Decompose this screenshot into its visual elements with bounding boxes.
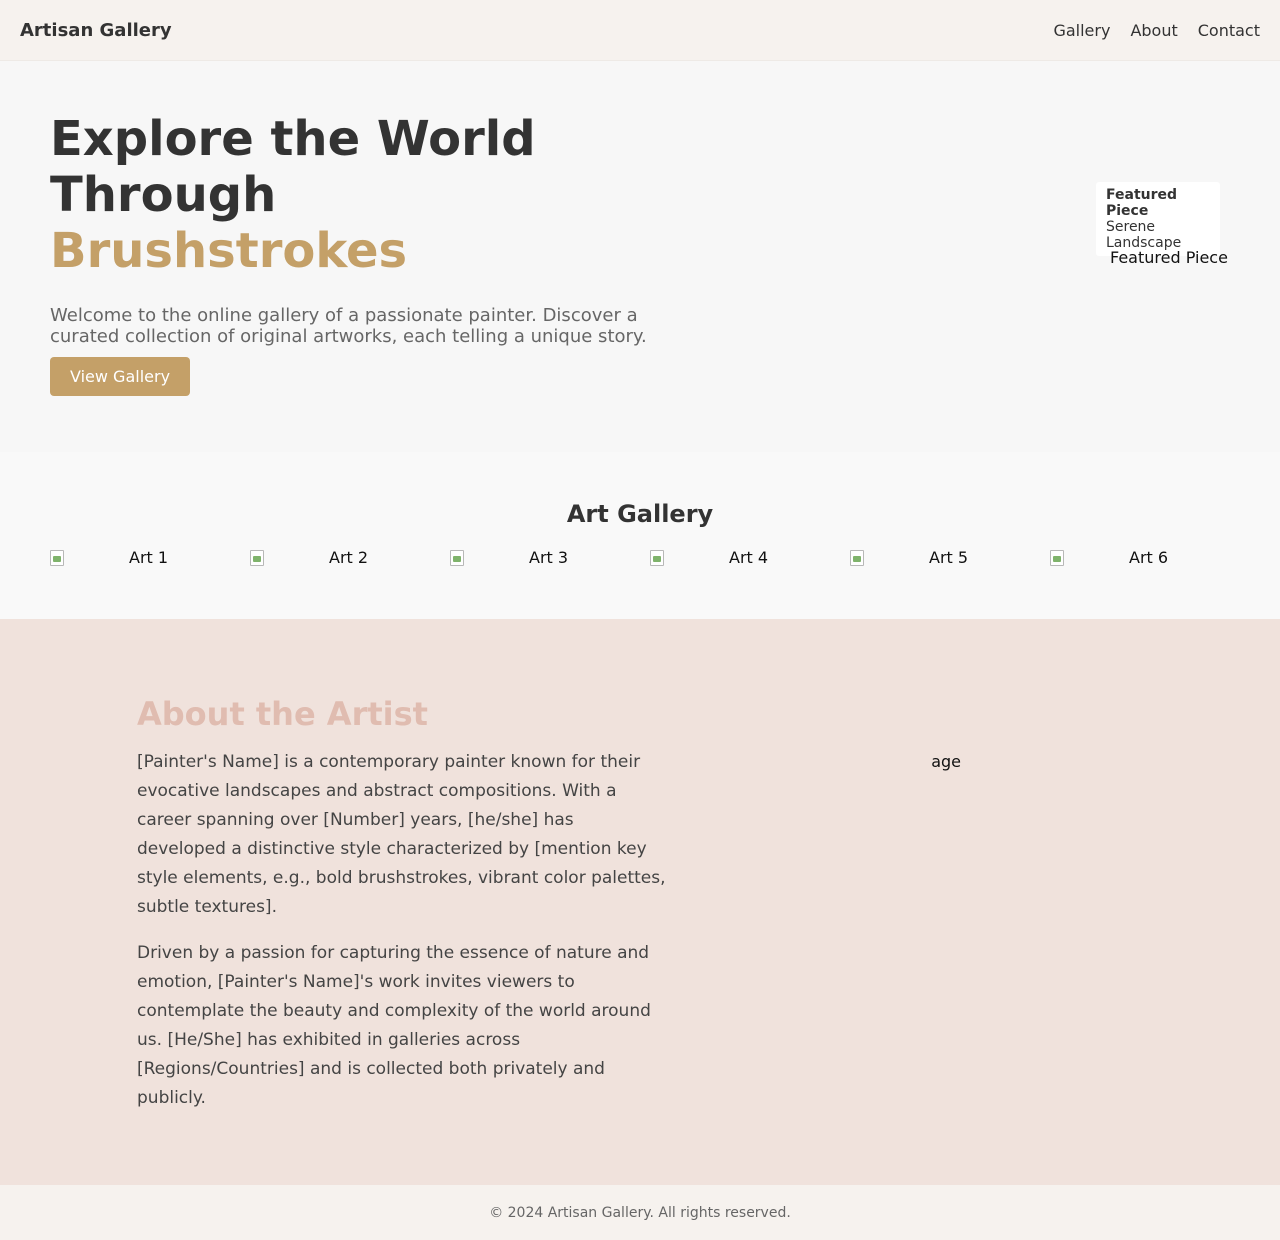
gallery-item[interactable]: Art 4 xyxy=(650,548,850,568)
gallery-item-alt: Art 1 xyxy=(129,548,169,567)
hero-title: Explore the World Through Brushstrokes xyxy=(50,111,670,279)
gallery-item[interactable]: Art 6 xyxy=(1050,548,1250,568)
gallery-item-alt: Art 3 xyxy=(529,548,569,567)
gallery-item-alt: Art 4 xyxy=(729,548,769,567)
broken-image-icon xyxy=(50,550,64,566)
brand-logo[interactable]: Artisan Gallery xyxy=(20,20,172,41)
hero-title-main: Explore the World Through xyxy=(50,111,536,223)
gallery-item-alt: Art 2 xyxy=(329,548,369,567)
featured-image-alt: Featured Piece xyxy=(1110,248,1228,267)
about-paragraph-1: [Painter's Name] is a contemporary paint… xyxy=(137,752,666,917)
nav-contact-link[interactable]: Contact xyxy=(1198,21,1260,40)
hero-description: Welcome to the online gallery of a passi… xyxy=(50,305,647,347)
nav-about-link[interactable]: About xyxy=(1130,21,1177,40)
site-header: Artisan Gallery Gallery About Contact xyxy=(0,0,1280,61)
about-section: About the Artist [Painter's Name] is a c… xyxy=(0,619,1280,1185)
broken-image-icon xyxy=(850,550,864,566)
featured-piece-title: Featured Piece xyxy=(1106,187,1178,219)
hero-section: Explore the World Through Brushstrokes W… xyxy=(0,61,1280,452)
broken-image-icon xyxy=(650,550,664,566)
site-footer: © 2024 Artisan Gallery. All rights reser… xyxy=(0,1185,1280,1240)
gallery-item[interactable]: Art 2 xyxy=(250,548,450,568)
featured-piece-card: Featured Piece Serene Landscape xyxy=(1096,182,1220,256)
broken-image-icon xyxy=(1050,550,1064,566)
featured-piece-image: Featured Piece xyxy=(1096,248,1228,267)
gallery-title: Art Gallery xyxy=(566,500,714,528)
gallery-section: Art Gallery Art 1 Art 2 Art 3 Art 4 Art … xyxy=(0,452,1280,619)
hero-title-accent: Brushstrokes xyxy=(50,223,408,279)
about-title: About the Artist xyxy=(137,695,428,733)
gallery-item[interactable]: Art 1 xyxy=(50,548,250,568)
artist-image: age xyxy=(931,752,961,771)
main-nav: Gallery About Contact xyxy=(1033,21,1260,40)
nav-gallery-link[interactable]: Gallery xyxy=(1053,21,1110,40)
gallery-item-alt: Art 6 xyxy=(1129,548,1169,567)
gallery-item[interactable]: Art 5 xyxy=(850,548,1050,568)
featured-piece-name: Serene Landscape xyxy=(1106,219,1182,251)
gallery-item[interactable]: Art 3 xyxy=(450,548,650,568)
footer-copyright: © 2024 Artisan Gallery. All rights reser… xyxy=(489,1205,791,1221)
gallery-item-alt: Art 5 xyxy=(929,548,969,567)
broken-image-icon xyxy=(1096,249,1110,265)
broken-image-icon xyxy=(450,550,464,566)
broken-image-icon xyxy=(250,550,264,566)
gallery-grid: Art 1 Art 2 Art 3 Art 4 Art 5 Art 6 xyxy=(0,548,1280,568)
about-paragraph-2: Driven by a passion for capturing the es… xyxy=(137,943,651,1108)
view-gallery-button[interactable]: View Gallery xyxy=(50,357,191,396)
